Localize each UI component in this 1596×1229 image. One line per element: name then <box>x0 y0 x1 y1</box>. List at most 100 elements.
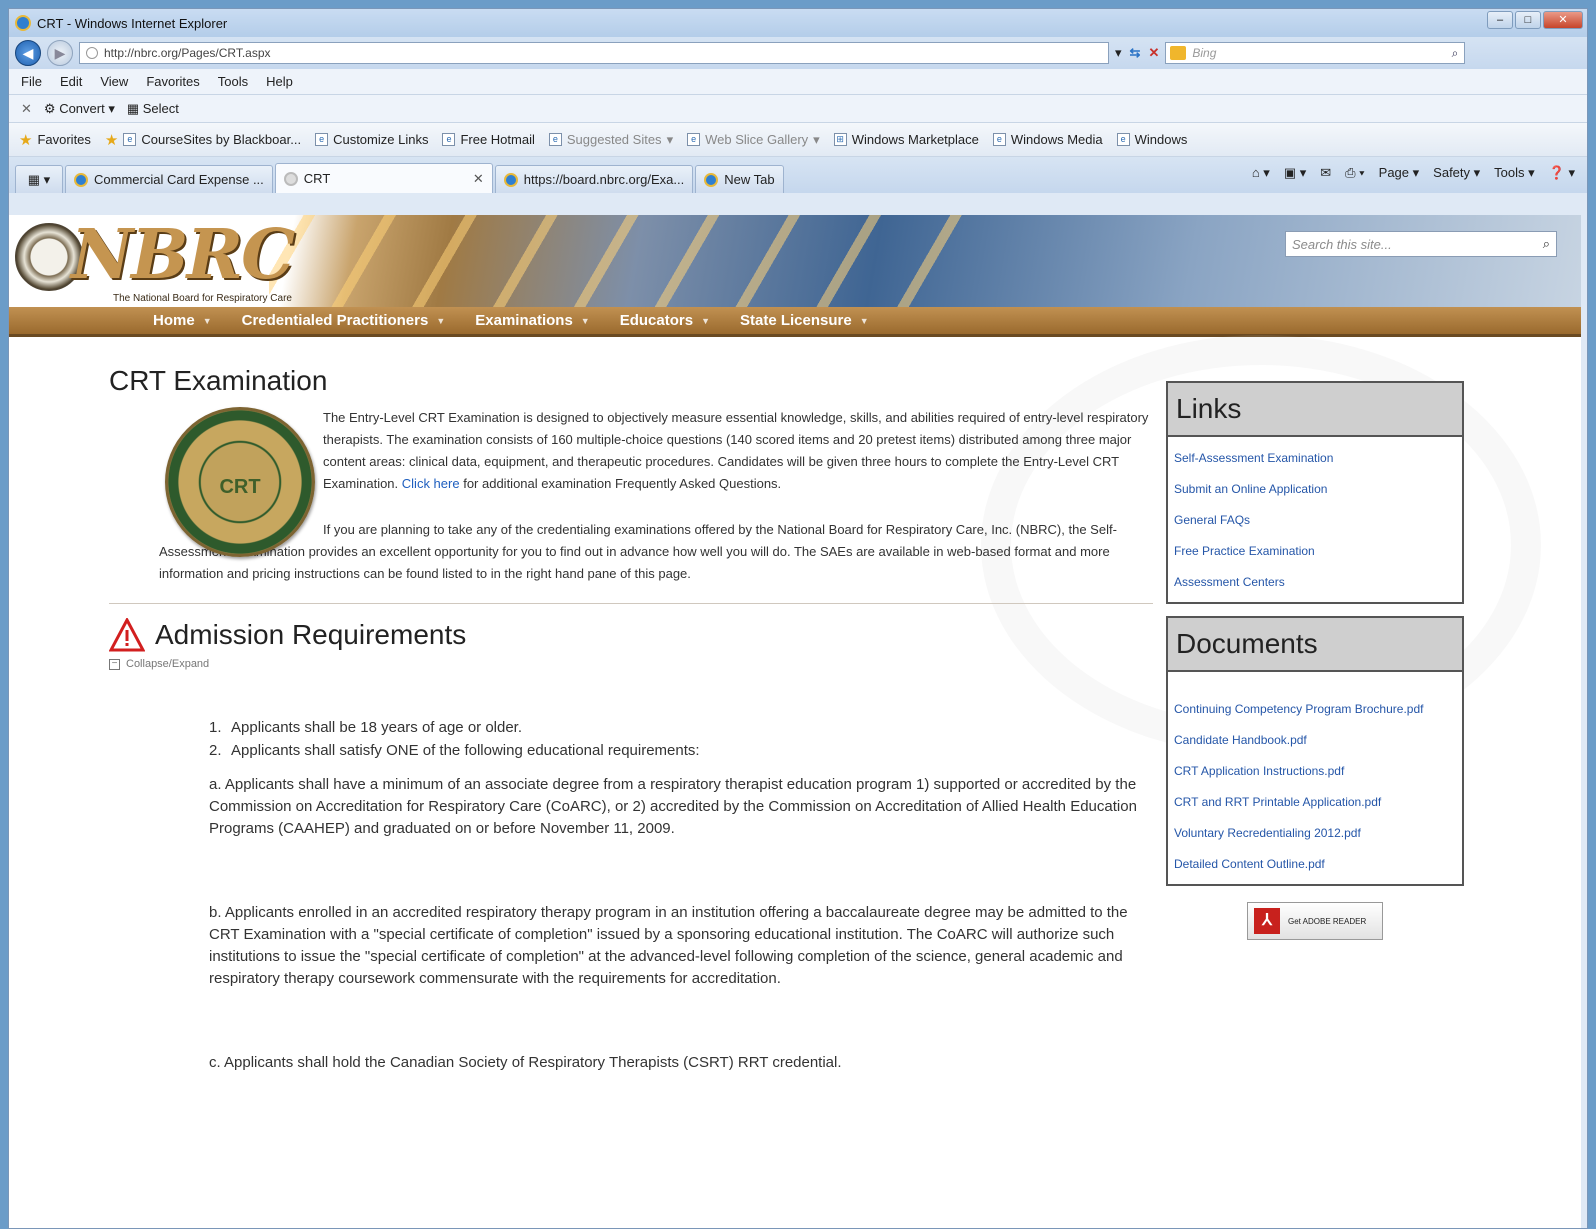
tab-new[interactable]: New Tab <box>695 165 784 193</box>
favorites-label: Favorites <box>37 132 91 147</box>
header-stripes <box>269 215 969 307</box>
link-free-practice[interactable]: Free Practice Examination <box>1174 536 1456 567</box>
feeds-icon[interactable]: ▣ ▾ <box>1284 165 1306 181</box>
intro-paragraph: The Entry-Level CRT Examination is desig… <box>323 407 1153 495</box>
doc-link[interactable]: Candidate Handbook.pdf <box>1174 725 1456 756</box>
tab-label: New Tab <box>724 172 775 187</box>
tools-menu[interactable]: Tools ▾ <box>1494 165 1535 181</box>
nav-state-licensure[interactable]: State Licensure ▼ <box>740 312 869 329</box>
page-menu[interactable]: Page ▾ <box>1379 165 1420 181</box>
doc-link[interactable]: CRT Application Instructions.pdf <box>1174 756 1456 787</box>
print-icon[interactable]: ⎙ ▾ <box>1345 165 1364 181</box>
address-row: ◀ ▶ http://nbrc.org/Pages/CRT.aspx ▾ ⇆ ✕… <box>9 37 1587 69</box>
safety-menu[interactable]: Safety ▾ <box>1433 165 1480 181</box>
address-url: http://nbrc.org/Pages/CRT.aspx <box>104 46 271 60</box>
link-online-application[interactable]: Submit an Online Application <box>1174 474 1456 505</box>
window-title: CRT - Windows Internet Explorer <box>37 15 228 31</box>
fav-item-webslice[interactable]: e Web Slice Gallery ▾ <box>687 132 820 148</box>
web-page: NBRC The National Board for Respiratory … <box>9 215 1581 1228</box>
chevron-down-icon: ▼ <box>859 315 869 326</box>
fav-label: Web Slice Gallery <box>705 132 809 147</box>
close-window-button[interactable]: ✕ <box>1543 11 1583 29</box>
fav-item-marketplace[interactable]: ⊞ Windows Marketplace <box>833 132 979 147</box>
back-button[interactable]: ◀ <box>15 40 41 66</box>
requirement-c: c. Applicants shall hold the Canadian So… <box>209 1054 842 1071</box>
tab-board[interactable]: https://board.nbrc.org/Exa... <box>494 165 694 193</box>
page-icon: e <box>1116 133 1130 146</box>
fav-label: CourseSites by Blackboar... <box>141 132 302 147</box>
menu-favorites[interactable]: Favorites <box>146 74 199 89</box>
divider <box>109 603 1153 604</box>
requirement-text: Applicants shall satisfy ONE of the foll… <box>231 742 700 759</box>
site-search-input[interactable]: Search this site... ⌕ <box>1285 231 1557 257</box>
forward-button[interactable]: ▶ <box>47 40 73 66</box>
search-icon[interactable]: ⌕ <box>1452 46 1459 61</box>
chevron-down-icon: ▼ <box>436 315 446 326</box>
fav-label: Windows Media <box>1010 132 1103 147</box>
add-favorite-icon: ★ <box>104 131 119 149</box>
nav-label: Credentialed Practitioners <box>241 312 429 329</box>
fav-item-customize[interactable]: e Customize Links <box>315 132 428 147</box>
favorites-button[interactable]: ★ Favorites <box>19 131 91 149</box>
page-icon: e <box>315 133 329 146</box>
maximize-button[interactable]: □ <box>1515 11 1541 29</box>
tab-commercial-card[interactable]: Commercial Card Expense ... <box>65 165 273 193</box>
mail-icon[interactable]: ✉ <box>1320 165 1331 181</box>
help-icon[interactable]: ❓ ▾ <box>1549 165 1575 181</box>
link-assessment-centers[interactable]: Assessment Centers <box>1174 567 1456 598</box>
nav-credentialed-practitioners[interactable]: Credentialed Practitioners ▼ <box>242 312 446 329</box>
nav-examinations[interactable]: Examinations ▼ <box>475 312 589 329</box>
link-general-faqs[interactable]: General FAQs <box>1174 505 1456 536</box>
nav-home[interactable]: Home ▼ <box>153 312 212 329</box>
fav-item-suggested[interactable]: e Suggested Sites ▾ <box>548 132 673 148</box>
requirement-b: b. Applicants enrolled in an accredited … <box>209 904 1128 987</box>
chevron-down-icon: ▼ <box>202 315 212 326</box>
collapse-expand-toggle[interactable]: − Collapse/Expand <box>109 658 1153 670</box>
select-button[interactable]: ▦ Select <box>127 101 179 117</box>
nav-educators[interactable]: Educators ▼ <box>620 312 710 329</box>
adobe-reader-button[interactable]: ⅄ Get ADOBE READER <box>1247 902 1383 940</box>
links-panel: Links Self-Assessment Examination Submit… <box>1166 381 1464 604</box>
fav-item-windows[interactable]: e Windows <box>1116 132 1188 147</box>
fav-item-hotmail[interactable]: e Free Hotmail <box>442 132 535 147</box>
doc-link[interactable]: Detailed Content Outline.pdf <box>1174 849 1456 880</box>
admission-title: Admission Requirements <box>155 619 467 650</box>
link-self-assessment[interactable]: Self-Assessment Examination <box>1174 443 1456 474</box>
refresh-icon[interactable]: ⇆ <box>1130 45 1141 61</box>
intro-text-after: for additional examination Frequently As… <box>463 476 782 491</box>
address-dropdown-icon[interactable]: ▾ <box>1115 45 1122 61</box>
close-toolbar-icon[interactable]: ✕ <box>21 101 32 117</box>
warning-icon <box>109 618 145 652</box>
convert-button[interactable]: ⚙ Convert ▾ <box>44 101 115 117</box>
doc-link[interactable]: Voluntary Recredentialing 2012.pdf <box>1174 818 1456 849</box>
doc-link[interactable]: CRT and RRT Printable Application.pdf <box>1174 787 1456 818</box>
menu-help[interactable]: Help <box>266 74 293 89</box>
fav-label: Free Hotmail <box>460 132 535 147</box>
command-tools: ⌂ ▾ ▣ ▾ ✉ ⎙ ▾ Page ▾ Safety ▾ Tools ▾ ❓ … <box>1252 165 1575 181</box>
tab-crt[interactable]: CRT ✕ <box>274 163 493 193</box>
site-nav: Home ▼ Credentialed Practitioners ▼ Examin… <box>9 307 1581 337</box>
address-bar[interactable]: http://nbrc.org/Pages/CRT.aspx <box>79 42 1109 64</box>
doc-link[interactable]: Continuing Competency Program Brochure.p… <box>1174 694 1456 725</box>
faq-link[interactable]: Click here <box>402 476 460 491</box>
menu-tools[interactable]: Tools <box>218 74 248 89</box>
close-tab-icon[interactable]: ✕ <box>473 171 484 187</box>
fav-item-media[interactable]: e Windows Media <box>992 132 1103 147</box>
fav-item-coursesites[interactable]: ★ e CourseSites by Blackboar... <box>105 131 301 149</box>
home-icon[interactable]: ⌂ ▾ <box>1252 165 1270 181</box>
quick-tabs-button[interactable]: ▦ ▾ <box>15 165 63 193</box>
menu-view[interactable]: View <box>100 74 128 89</box>
tab-label: CRT <box>303 171 331 186</box>
stop-icon[interactable]: ✕ <box>1148 45 1159 61</box>
requirement-text: Applicants shall be 18 years of age or o… <box>231 719 523 736</box>
search-icon[interactable]: ⌕ <box>1543 236 1550 252</box>
fav-label: Suggested Sites <box>566 132 662 147</box>
menu-edit[interactable]: Edit <box>60 74 82 89</box>
menu-file[interactable]: File <box>21 74 42 89</box>
browser-search-input[interactable]: Bing ⌕ <box>1165 42 1466 64</box>
page-title: CRT Examination <box>109 365 328 396</box>
nbrc-logo-text[interactable]: NBRC <box>71 215 295 295</box>
minimize-button[interactable]: – <box>1487 11 1513 29</box>
page-menu-label: Page <box>1378 165 1410 180</box>
fav-label: Windows <box>1134 132 1188 147</box>
